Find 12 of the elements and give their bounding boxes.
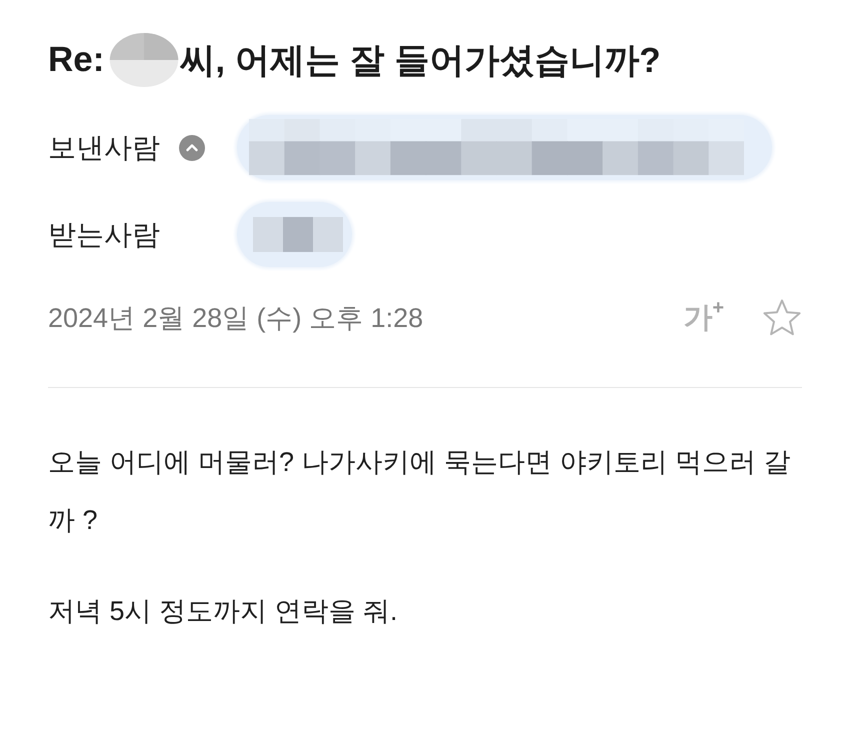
text-size-button[interactable]: 가$^{+}$ — [683, 304, 724, 332]
subject-text: 씨, 어제는 잘 들어가셨습니까? — [180, 40, 661, 82]
sent-date: 2024년 2월 28일 (수) 오후 1:28 — [48, 302, 424, 335]
recipient-label: 받는사람 — [48, 218, 160, 252]
recipient-address-chip[interactable] — [237, 202, 352, 267]
sender-label: 보낸사람 — [48, 130, 160, 164]
message-paragraph: 오늘 어디에 머물러? 나가사키에 묵는다면 야키토리 먹으러 갈까 ? — [48, 446, 792, 537]
collapse-chevron-icon[interactable] — [179, 134, 205, 160]
sender-address-chip[interactable] — [237, 115, 772, 180]
reply-prefix: Re: — [48, 40, 104, 80]
message-paragraph: 저녁 5시 정도까지 연락을 줘. — [48, 595, 399, 628]
star-icon[interactable] — [762, 298, 802, 338]
